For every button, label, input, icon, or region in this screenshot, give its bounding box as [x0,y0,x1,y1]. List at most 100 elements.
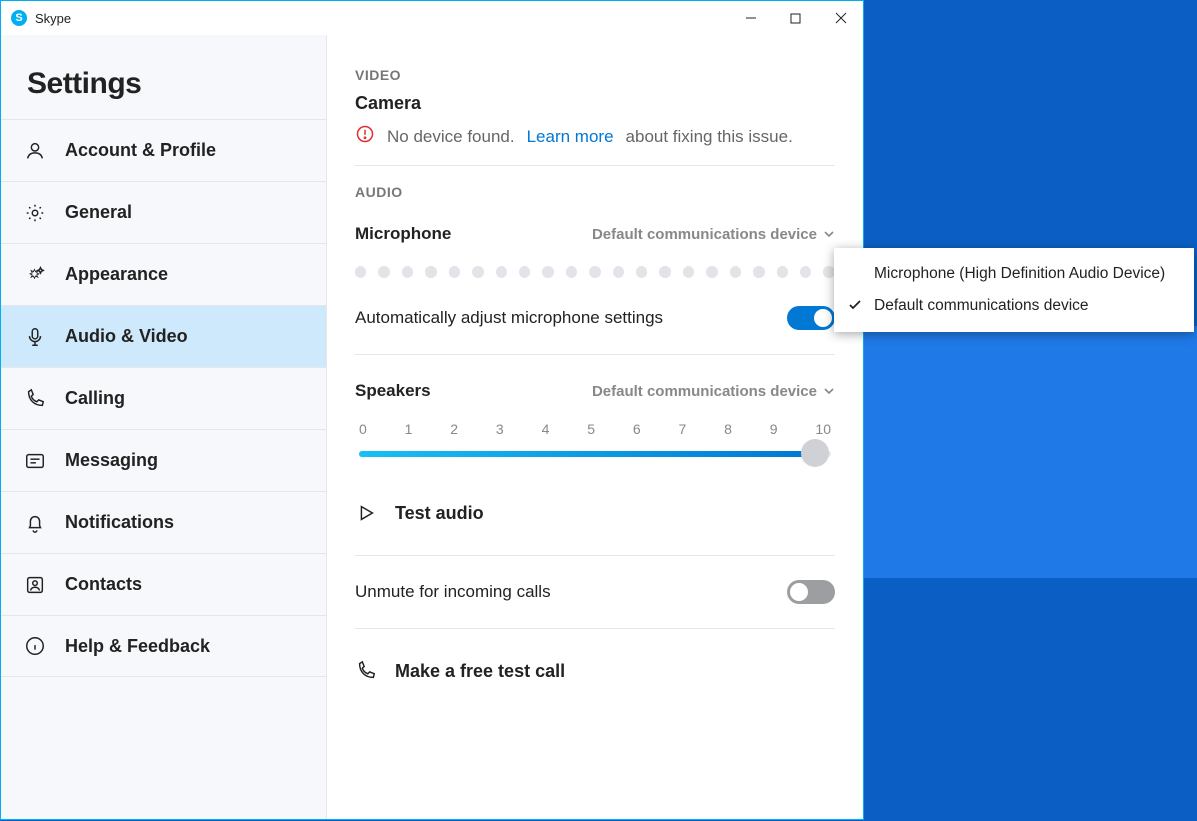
sidebar-item-label: Contacts [65,574,142,595]
tick-label: 7 [678,421,686,437]
sidebar-item-label: Messaging [65,450,158,471]
unmute-incoming-row: Unmute for incoming calls [355,568,835,616]
slider-thumb[interactable] [801,439,829,467]
maximize-icon [790,13,801,24]
info-icon [23,634,47,658]
divider [355,628,835,629]
microphone-icon [23,325,47,349]
tick-label: 0 [359,421,367,437]
tick-label: 5 [587,421,595,437]
maximize-button[interactable] [773,1,818,35]
camera-heading: Camera [355,93,835,114]
sidebar-heading: Settings [27,67,326,101]
tick-label: 9 [770,421,778,437]
sparkle-icon [23,263,47,287]
sidebar-item-help-feedback[interactable]: Help & Feedback [1,615,326,677]
dropdown-item[interactable]: Microphone (High Definition Audio Device… [834,258,1194,290]
test-call-label: Make a free test call [395,661,565,682]
tick-label: 1 [405,421,413,437]
minimize-button[interactable] [728,1,773,35]
learn-more-link[interactable]: Learn more [527,127,614,147]
speakers-label: Speakers [355,381,431,401]
divider [355,165,835,166]
sidebar-item-label: Account & Profile [65,140,216,161]
person-icon [23,139,47,163]
divider [355,555,835,556]
slider-track[interactable] [355,443,835,463]
desktop-band [862,326,1197,578]
speakers-row: Speakers Default communications device [355,367,835,415]
sidebar-item-label: Notifications [65,512,174,533]
tick-label: 3 [496,421,504,437]
make-test-call-button[interactable]: Make a free test call [355,641,835,701]
warning-icon [355,124,375,149]
test-audio-label: Test audio [395,503,484,524]
divider [355,354,835,355]
audio-section-label: AUDIO [355,184,835,200]
tick-label: 8 [724,421,732,437]
settings-content-audio-video: VIDEO Camera No device found. Learn more… [327,35,863,819]
sidebar-item-account-profile[interactable]: Account & Profile [1,119,326,181]
skype-window: S Skype Settings Account & Profile [0,0,864,820]
minimize-icon [745,12,757,24]
gear-icon [23,201,47,225]
microphone-label: Microphone [355,224,451,244]
microphone-level-meter [355,266,835,278]
dropdown-item-label: Microphone (High Definition Audio Device… [874,265,1165,283]
skype-logo-icon: S [11,10,27,26]
camera-status-row: No device found. Learn more about fixing… [355,124,835,149]
sidebar-item-contacts[interactable]: Contacts [1,553,326,615]
chevron-down-icon [823,385,835,397]
window-body: Settings Account & Profile General Appea… [1,35,863,819]
bell-icon [23,511,47,535]
auto-adjust-mic-row: Automatically adjust microphone settings [355,294,835,342]
unmute-label: Unmute for incoming calls [355,582,551,602]
unmute-toggle[interactable] [787,580,835,604]
titlebar-left: S Skype [11,10,71,26]
sidebar-item-label: General [65,202,132,223]
speakers-volume-slider[interactable]: 0 1 2 3 4 5 6 7 8 9 10 [355,421,835,463]
play-icon [355,502,377,524]
slider-tick-labels: 0 1 2 3 4 5 6 7 8 9 10 [355,421,835,437]
no-device-suffix: about fixing this issue. [626,127,793,147]
sidebar-item-appearance[interactable]: Appearance [1,243,326,305]
sidebar-item-label: Help & Feedback [65,636,210,657]
auto-adjust-label: Automatically adjust microphone settings [355,308,663,328]
titlebar: S Skype [1,1,863,35]
sidebar-item-label: Appearance [65,264,168,285]
speakers-device-selector[interactable]: Default communications device [592,383,835,400]
microphone-row: Microphone Default communications device [355,210,835,258]
speakers-selector-value: Default communications device [592,383,817,400]
dropdown-item[interactable]: Default communications device [834,290,1194,322]
message-icon [23,449,47,473]
contacts-icon [23,573,47,597]
video-section-label: VIDEO [355,67,835,83]
settings-sidebar: Settings Account & Profile General Appea… [1,35,327,819]
tick-label: 10 [815,421,831,437]
sidebar-item-audio-video[interactable]: Audio & Video [1,305,326,367]
chevron-down-icon [823,228,835,240]
microphone-device-dropdown: Microphone (High Definition Audio Device… [834,248,1194,332]
no-device-text: No device found. [387,127,515,147]
tick-label: 6 [633,421,641,437]
sidebar-item-calling[interactable]: Calling [1,367,326,429]
dropdown-item-label: Default communications device [874,297,1089,315]
sidebar-item-label: Audio & Video [65,326,188,347]
window-title: Skype [35,11,71,26]
close-icon [835,12,847,24]
phone-icon [23,387,47,411]
check-icon [848,298,862,317]
test-audio-button[interactable]: Test audio [355,483,835,543]
sidebar-item-notifications[interactable]: Notifications [1,491,326,553]
tick-label: 2 [450,421,458,437]
microphone-device-selector[interactable]: Default communications device [592,226,835,243]
sidebar-item-general[interactable]: General [1,181,326,243]
window-controls [728,1,863,35]
auto-adjust-toggle[interactable] [787,306,835,330]
phone-icon [355,660,377,682]
sidebar-item-messaging[interactable]: Messaging [1,429,326,491]
microphone-selector-value: Default communications device [592,226,817,243]
tick-label: 4 [542,421,550,437]
sidebar-item-label: Calling [65,388,125,409]
close-button[interactable] [818,1,863,35]
